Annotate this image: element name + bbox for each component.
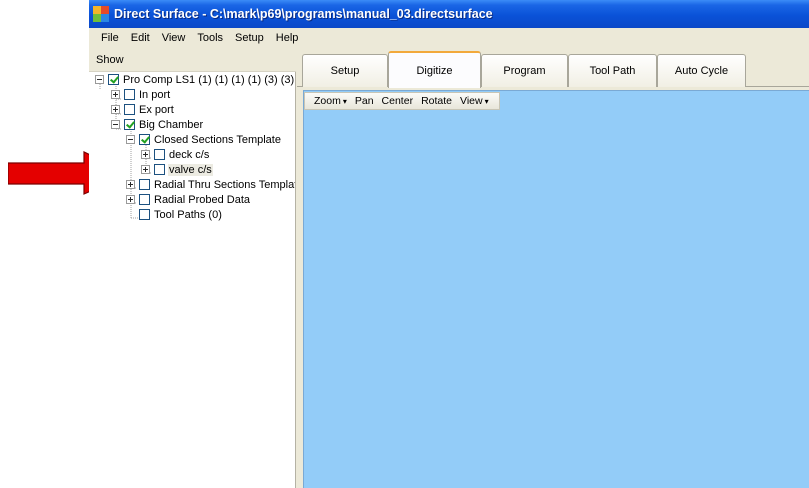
tree-item-label: valve c/s xyxy=(168,163,213,176)
app-window: Direct Surface - C:\mark\p69\programs\ma… xyxy=(89,0,809,488)
center-button[interactable]: Center xyxy=(378,95,418,107)
tree-item-in-port[interactable]: In port xyxy=(111,87,171,102)
checkbox-icon[interactable] xyxy=(139,209,150,220)
tree-panel: Pro Comp LS1 (1) (1) (1) (1) (3) (3) (4)… xyxy=(89,72,296,488)
tree-item-label: In port xyxy=(139,88,171,101)
tree-item-big-chamber[interactable]: Big Chamber xyxy=(111,117,204,132)
tree-item-label: deck c/s xyxy=(169,148,210,161)
menu-bar: File Edit View Tools Setup Help xyxy=(89,28,809,47)
tree-item-closed-sections-template[interactable]: Closed Sections Template xyxy=(126,132,282,147)
expand-icon[interactable] xyxy=(141,165,150,174)
tree-header-show: Show xyxy=(89,49,296,72)
tree-item-label: Ex port xyxy=(139,103,174,116)
collapse-icon[interactable] xyxy=(111,120,120,129)
tree-item-ex-port[interactable]: Ex port xyxy=(111,102,175,117)
zoom-label: Zoom xyxy=(314,95,341,107)
checkbox-checked-icon[interactable] xyxy=(139,134,150,145)
app-icon xyxy=(93,6,109,22)
tree-item-deck-cs[interactable]: deck c/s xyxy=(141,147,210,162)
checkbox-checked-icon[interactable] xyxy=(108,74,119,85)
chevron-down-icon: ▾ xyxy=(484,97,489,106)
checkbox-icon[interactable] xyxy=(139,179,150,190)
title-bar[interactable]: Direct Surface - C:\mark\p69\programs\ma… xyxy=(89,0,809,28)
tab-auto-cycle[interactable]: Auto Cycle xyxy=(657,54,746,87)
view-dropdown[interactable]: View ▾ xyxy=(456,95,493,107)
pan-button[interactable]: Pan xyxy=(351,95,378,107)
checkbox-checked-icon[interactable] xyxy=(124,119,135,130)
checkbox-icon[interactable] xyxy=(139,194,150,205)
collapse-icon[interactable] xyxy=(126,135,135,144)
chevron-down-icon: ▾ xyxy=(342,97,347,106)
tree-item-valve-cs[interactable]: valve c/s xyxy=(141,162,213,177)
window-title: Direct Surface - C:\mark\p69\programs\ma… xyxy=(114,7,493,21)
checkbox-icon[interactable] xyxy=(154,149,165,160)
expand-icon[interactable] xyxy=(126,195,135,204)
menu-tools[interactable]: Tools xyxy=(191,32,229,44)
tab-digitize[interactable]: Digitize xyxy=(388,51,481,88)
tab-setup[interactable]: Setup xyxy=(302,54,388,87)
checkbox-icon[interactable] xyxy=(124,104,135,115)
view-label: View xyxy=(460,95,483,107)
tab-strip: Setup Digitize Program Tool Path Auto Cy… xyxy=(297,50,809,88)
checkbox-icon[interactable] xyxy=(154,164,165,175)
menu-file[interactable]: File xyxy=(95,32,125,44)
tree-item-label: Radial Thru Sections Template xyxy=(154,178,296,191)
collapse-icon[interactable] xyxy=(95,75,104,84)
tree-item-label: Pro Comp LS1 (1) (1) (1) (1) (3) (3) (4)… xyxy=(123,73,295,86)
menu-help[interactable]: Help xyxy=(270,32,305,44)
menu-setup[interactable]: Setup xyxy=(229,32,270,44)
zoom-dropdown[interactable]: Zoom ▾ xyxy=(310,95,351,107)
expand-icon[interactable] xyxy=(126,180,135,189)
view-toolbar: Zoom ▾ Pan Center Rotate View ▾ xyxy=(304,92,500,110)
menu-edit[interactable]: Edit xyxy=(125,32,156,44)
tab-program[interactable]: Program xyxy=(481,54,568,87)
rotate-button[interactable]: Rotate xyxy=(417,95,456,107)
tree-item-radial-probed-data[interactable]: Radial Probed Data xyxy=(126,192,251,207)
tree-item-label: Closed Sections Template xyxy=(154,133,281,146)
expand-icon[interactable] xyxy=(141,150,150,159)
tree-item-label: Tool Paths (0) xyxy=(154,208,222,221)
tree-item-label: Big Chamber xyxy=(139,118,204,131)
menu-view[interactable]: View xyxy=(156,32,192,44)
tree-item-pro-comp[interactable]: Pro Comp LS1 (1) (1) (1) (1) (3) (3) (4)… xyxy=(95,72,295,87)
tab-tool-path[interactable]: Tool Path xyxy=(568,54,657,87)
expand-icon[interactable] xyxy=(111,90,120,99)
tree-item-radial-thru-sections-template[interactable]: Radial Thru Sections Template xyxy=(126,177,296,192)
3d-viewport[interactable] xyxy=(303,90,809,488)
checkbox-icon[interactable] xyxy=(124,89,135,100)
expand-icon[interactable] xyxy=(111,105,120,114)
tree-item-label: Radial Probed Data xyxy=(154,193,251,206)
tree-item-tool-paths[interactable]: Tool Paths (0) xyxy=(126,207,223,222)
